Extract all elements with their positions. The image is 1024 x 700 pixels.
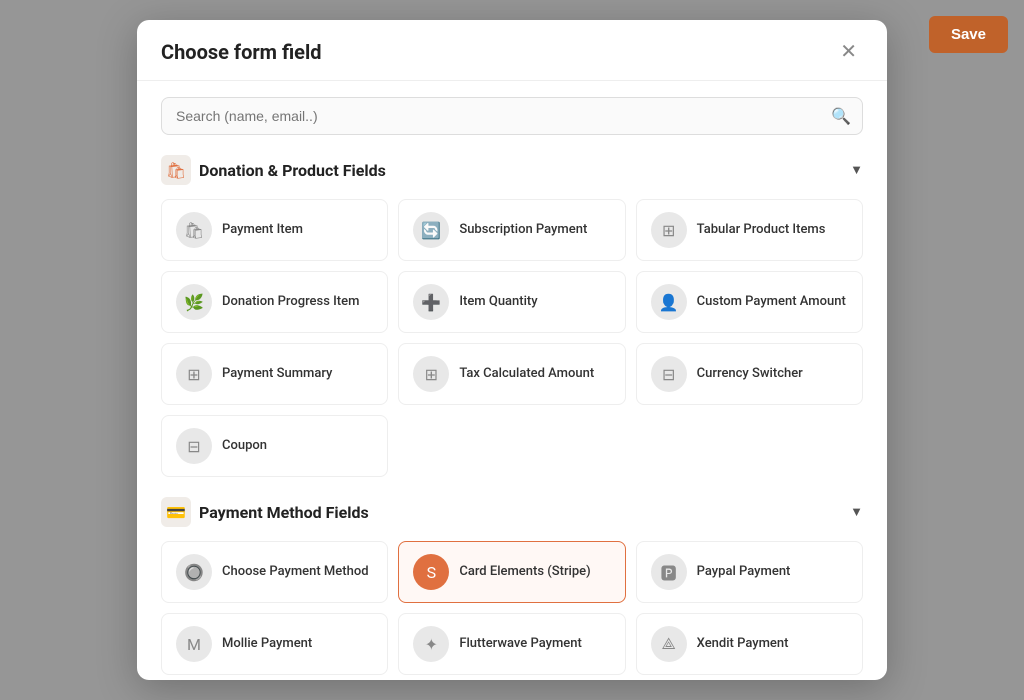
field-item-icon-paypal-payment: 🅿 xyxy=(651,554,687,590)
field-item-tax-calculated-amount[interactable]: ⊞ Tax Calculated Amount xyxy=(398,343,625,405)
section-icon-payment-method: 💳 xyxy=(161,497,191,527)
items-grid-donation-product: 🛍 Payment Item 🔄 Subscription Payment ⊞ … xyxy=(161,199,863,477)
field-item-icon-coupon: ⊟ xyxy=(176,428,212,464)
items-grid-payment-method: 🔘 Choose Payment Method S Card Elements … xyxy=(161,541,863,680)
field-item-mollie-payment[interactable]: M Mollie Payment xyxy=(161,613,388,675)
section-title-wrap: 💳 Payment Method Fields xyxy=(161,497,369,527)
field-item-label-payment-item: Payment Item xyxy=(222,222,303,239)
chevron-icon-donation-product: ▼ xyxy=(850,162,863,178)
modal-dialog: Choose form field ✕ 🔍 🛍 Donation & Produ… xyxy=(137,20,887,680)
section-payment-method: 💳 Payment Method Fields ▼ 🔘 Choose Payme… xyxy=(161,497,863,680)
field-item-paypal-payment[interactable]: 🅿 Paypal Payment xyxy=(636,541,863,603)
field-item-label-paypal-payment: Paypal Payment xyxy=(697,564,791,581)
field-item-icon-mollie-payment: M xyxy=(176,626,212,662)
field-item-xendit-payment[interactable]: ⟁ Xendit Payment xyxy=(636,613,863,675)
modal-title: Choose form field xyxy=(161,40,322,64)
field-item-tabular-product-items[interactable]: ⊞ Tabular Product Items xyxy=(636,199,863,261)
field-item-icon-choose-payment-method: 🔘 xyxy=(176,554,212,590)
field-item-label-card-elements-stripe: Card Elements (Stripe) xyxy=(459,564,590,581)
field-item-icon-donation-progress-item: 🌿 xyxy=(176,284,212,320)
field-item-label-currency-switcher: Currency Switcher xyxy=(697,366,803,383)
section-title-donation-product: Donation & Product Fields xyxy=(199,161,386,180)
field-item-icon-currency-switcher: ⊟ xyxy=(651,356,687,392)
field-item-currency-switcher[interactable]: ⊟ Currency Switcher xyxy=(636,343,863,405)
search-icon: 🔍 xyxy=(831,107,851,126)
field-item-label-custom-payment-amount: Custom Payment Amount xyxy=(697,294,846,311)
field-item-subscription-payment[interactable]: 🔄 Subscription Payment xyxy=(398,199,625,261)
field-item-donation-progress-item[interactable]: 🌿 Donation Progress Item xyxy=(161,271,388,333)
modal-header: Choose form field ✕ xyxy=(137,20,887,81)
modal-body: 🔍 🛍 Donation & Product Fields ▼ 🛍 Paymen… xyxy=(137,81,887,680)
field-item-label-subscription-payment: Subscription Payment xyxy=(459,222,587,239)
section-title-wrap: 🛍 Donation & Product Fields xyxy=(161,155,386,185)
field-item-icon-tax-calculated-amount: ⊞ xyxy=(413,356,449,392)
section-icon-donation-product: 🛍 xyxy=(161,155,191,185)
field-item-card-elements-stripe[interactable]: S Card Elements (Stripe) xyxy=(398,541,625,603)
field-item-label-mollie-payment: Mollie Payment xyxy=(222,636,312,653)
section-donation-product: 🛍 Donation & Product Fields ▼ 🛍 Payment … xyxy=(161,155,863,477)
section-title-payment-method: Payment Method Fields xyxy=(199,503,369,522)
field-item-label-choose-payment-method: Choose Payment Method xyxy=(222,564,369,581)
field-item-label-xendit-payment: Xendit Payment xyxy=(697,636,789,653)
field-item-icon-xendit-payment: ⟁ xyxy=(651,626,687,662)
field-item-icon-custom-payment-amount: 👤 xyxy=(651,284,687,320)
field-item-icon-item-quantity: ➕ xyxy=(413,284,449,320)
section-header-payment-method[interactable]: 💳 Payment Method Fields ▼ xyxy=(161,497,863,527)
field-item-custom-payment-amount[interactable]: 👤 Custom Payment Amount xyxy=(636,271,863,333)
close-button[interactable]: ✕ xyxy=(834,40,863,64)
field-item-icon-card-elements-stripe: S xyxy=(413,554,449,590)
field-item-payment-summary[interactable]: ⊞ Payment Summary xyxy=(161,343,388,405)
field-item-icon-payment-summary: ⊞ xyxy=(176,356,212,392)
chevron-icon-payment-method: ▼ xyxy=(850,504,863,520)
field-item-label-item-quantity: Item Quantity xyxy=(459,294,537,311)
field-item-icon-payment-item: 🛍 xyxy=(176,212,212,248)
field-item-payment-item[interactable]: 🛍 Payment Item xyxy=(161,199,388,261)
field-item-coupon[interactable]: ⊟ Coupon xyxy=(161,415,388,477)
field-item-item-quantity[interactable]: ➕ Item Quantity xyxy=(398,271,625,333)
sections-container: 🛍 Donation & Product Fields ▼ 🛍 Payment … xyxy=(161,155,863,680)
field-item-flutterwave-payment[interactable]: ✦ Flutterwave Payment xyxy=(398,613,625,675)
field-item-label-tabular-product-items: Tabular Product Items xyxy=(697,222,826,239)
field-item-icon-tabular-product-items: ⊞ xyxy=(651,212,687,248)
field-item-label-flutterwave-payment: Flutterwave Payment xyxy=(459,636,582,653)
field-item-icon-subscription-payment: 🔄 xyxy=(413,212,449,248)
search-wrap: 🔍 xyxy=(161,97,863,135)
field-item-icon-flutterwave-payment: ✦ xyxy=(413,626,449,662)
save-button[interactable]: Save xyxy=(929,16,1008,53)
search-input[interactable] xyxy=(161,97,863,135)
field-item-label-donation-progress-item: Donation Progress Item xyxy=(222,294,359,311)
field-item-label-payment-summary: Payment Summary xyxy=(222,366,332,383)
field-item-label-tax-calculated-amount: Tax Calculated Amount xyxy=(459,366,594,383)
field-item-choose-payment-method[interactable]: 🔘 Choose Payment Method xyxy=(161,541,388,603)
field-item-label-coupon: Coupon xyxy=(222,438,267,455)
section-header-donation-product[interactable]: 🛍 Donation & Product Fields ▼ xyxy=(161,155,863,185)
